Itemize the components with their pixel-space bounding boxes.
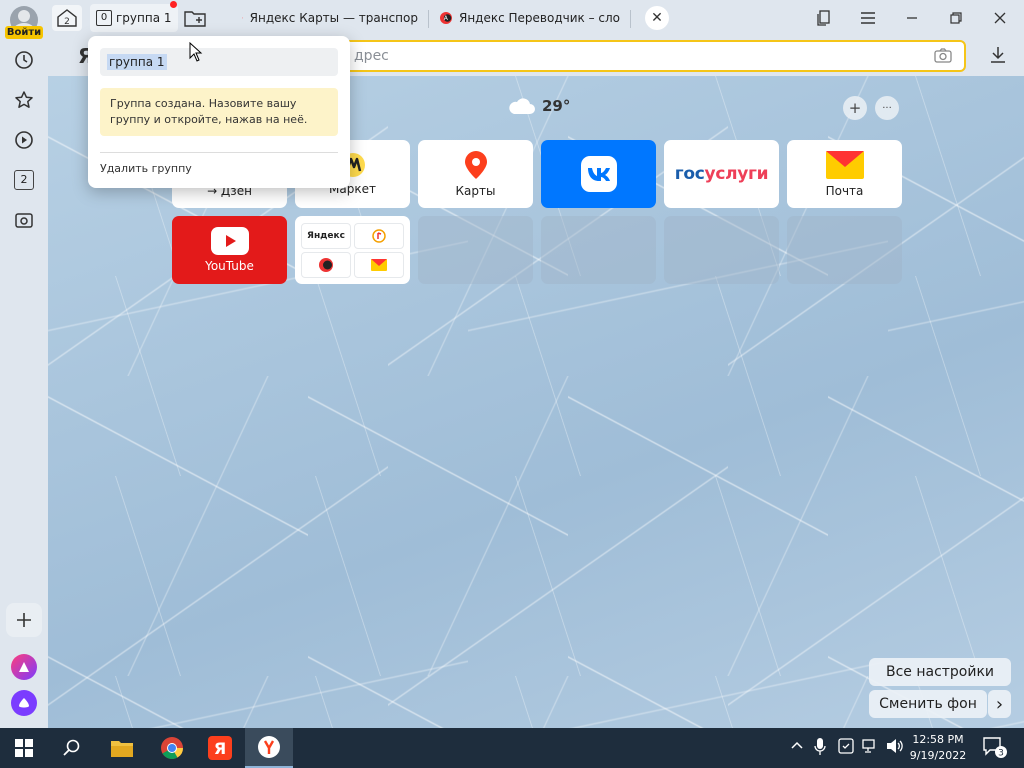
bookmarks-star-icon[interactable] bbox=[10, 86, 38, 114]
mouse-cursor-icon bbox=[189, 42, 203, 62]
group-name-selected-text: группа 1 bbox=[107, 54, 167, 70]
sidebar: Войти 2 bbox=[0, 0, 48, 728]
mail-envelope-icon bbox=[825, 150, 864, 179]
group-created-hint: Группа создана. Назовите вашу группу и о… bbox=[100, 88, 338, 136]
tab-yandex-maps[interactable]: Яндекс Карты — транспор bbox=[242, 6, 418, 30]
gosuslugi-logo: госуслуги bbox=[674, 164, 769, 184]
alice-assistant-icon[interactable] bbox=[11, 690, 37, 716]
download-icon[interactable] bbox=[990, 46, 1006, 68]
maps-pin-icon bbox=[242, 17, 243, 19]
network-icon[interactable] bbox=[862, 738, 880, 754]
mini-tile-music bbox=[354, 222, 404, 249]
yandex-browser-taskbar-icon[interactable] bbox=[245, 728, 293, 768]
tile-empty[interactable] bbox=[664, 216, 779, 284]
notifications-icon[interactable]: 3 bbox=[982, 736, 1008, 764]
weather-widget[interactable]: 29° bbox=[506, 96, 570, 116]
system-clock[interactable]: 12:58 PM 9/19/2022 bbox=[908, 732, 968, 764]
search-icon[interactable] bbox=[48, 728, 96, 768]
tab-yandex-translate[interactable]: A Яндекс Переводчик – сло bbox=[440, 6, 620, 30]
close-tab-button[interactable]: ✕ bbox=[645, 6, 669, 30]
media-play-icon[interactable] bbox=[10, 126, 38, 154]
mail-envelope-icon bbox=[371, 258, 387, 271]
clock-date: 9/19/2022 bbox=[909, 749, 967, 762]
tab-title: Яндекс Карты — транспор bbox=[249, 11, 418, 25]
tile-gosuslugi[interactable]: госуслуги bbox=[664, 140, 779, 208]
music-note-icon bbox=[372, 228, 386, 243]
tab-separator bbox=[428, 10, 429, 28]
tile-vk[interactable] bbox=[541, 140, 656, 208]
mini-tile-translate bbox=[301, 251, 351, 278]
clock-time: 12:58 PM bbox=[912, 733, 964, 746]
bookmarks-panel-icon[interactable] bbox=[807, 4, 841, 32]
svg-text:3: 3 bbox=[998, 749, 1004, 759]
close-window-icon[interactable] bbox=[983, 4, 1017, 32]
tile-maps[interactable]: Карты bbox=[418, 140, 533, 208]
new-group-indicator bbox=[170, 1, 177, 8]
windows-taskbar: Я 12:58 PM 9/19/2022 3 bbox=[0, 728, 1024, 768]
background-next-chevron-icon[interactable]: › bbox=[988, 690, 1011, 718]
tab-group-1[interactable]: 0 группа 1 bbox=[90, 4, 178, 32]
file-explorer-icon[interactable] bbox=[98, 728, 146, 768]
youtube-play-icon bbox=[210, 227, 249, 255]
popup-divider bbox=[100, 152, 338, 153]
alice-app-icon[interactable] bbox=[11, 654, 37, 680]
tile-folder[interactable]: Яндекс bbox=[295, 216, 410, 284]
cloud-icon bbox=[509, 98, 535, 114]
camera-search-icon[interactable] bbox=[934, 48, 952, 68]
tile-label: Почта bbox=[825, 183, 864, 198]
home-button[interactable]: 2 bbox=[52, 5, 82, 31]
history-icon[interactable] bbox=[10, 46, 38, 74]
folder-mini-grid: Яндекс bbox=[301, 222, 404, 278]
tile-youtube[interactable]: YouTube bbox=[172, 216, 287, 284]
group-name-input[interactable]: группа 1 bbox=[100, 48, 338, 76]
tab-title: Яндекс Переводчик – сло bbox=[458, 11, 620, 25]
delete-group-button[interactable]: Удалить группу bbox=[100, 162, 192, 175]
tile-empty[interactable] bbox=[787, 216, 902, 284]
tray-expand-chevron-icon[interactable] bbox=[790, 738, 804, 752]
add-tile-button[interactable]: + bbox=[843, 96, 867, 120]
address-placeholder: дрес bbox=[354, 48, 389, 64]
tabs-counter-button[interactable]: 2 bbox=[14, 170, 34, 190]
address-bar[interactable]: дрес bbox=[338, 40, 966, 72]
screenshot-camera-icon[interactable] bbox=[10, 206, 38, 234]
menu-hamburger-icon[interactable] bbox=[851, 4, 885, 32]
group-rename-popup: группа 1 Группа создана. Назовите вашу г… bbox=[88, 36, 350, 188]
translate-icon bbox=[319, 257, 333, 272]
yandex-app-icon[interactable]: Я bbox=[196, 728, 244, 768]
security-icon[interactable] bbox=[838, 738, 854, 754]
group-tab-label: группа 1 bbox=[116, 11, 172, 25]
vk-logo-icon bbox=[580, 156, 617, 192]
tile-empty[interactable] bbox=[541, 216, 656, 284]
change-background-button[interactable]: Сменить фон bbox=[869, 690, 987, 718]
temperature: 29° bbox=[542, 97, 571, 115]
tab-separator bbox=[630, 10, 631, 28]
login-button[interactable]: Войти bbox=[5, 26, 43, 39]
restore-window-icon[interactable] bbox=[939, 4, 973, 32]
titlebar: 2 0 группа 1 Яндекс Карты — транспор A Я… bbox=[48, 0, 1024, 36]
maps-pin-icon bbox=[464, 150, 487, 179]
microphone-icon[interactable] bbox=[814, 738, 826, 756]
tile-empty[interactable] bbox=[418, 216, 533, 284]
add-panel-button[interactable] bbox=[6, 603, 42, 637]
group-tab-count: 0 bbox=[96, 10, 112, 26]
mini-tile-mail bbox=[354, 251, 404, 278]
volume-icon[interactable] bbox=[886, 738, 904, 754]
minimize-icon[interactable] bbox=[895, 4, 929, 32]
tile-mail[interactable]: Почта bbox=[787, 140, 902, 208]
translate-icon: A bbox=[440, 12, 452, 24]
svg-text:2: 2 bbox=[64, 17, 70, 27]
svg-text:Я: Я bbox=[214, 739, 226, 758]
tile-label: YouTube bbox=[205, 259, 254, 273]
tile-label: Карты bbox=[455, 183, 496, 198]
all-settings-button[interactable]: Все настройки bbox=[869, 658, 1011, 686]
chrome-icon[interactable] bbox=[148, 728, 196, 768]
mini-tile-yandex: Яндекс bbox=[301, 222, 351, 249]
windows-start-icon[interactable] bbox=[0, 728, 48, 768]
new-group-folder-icon[interactable] bbox=[180, 5, 210, 31]
more-options-button[interactable]: ··· bbox=[875, 96, 899, 120]
